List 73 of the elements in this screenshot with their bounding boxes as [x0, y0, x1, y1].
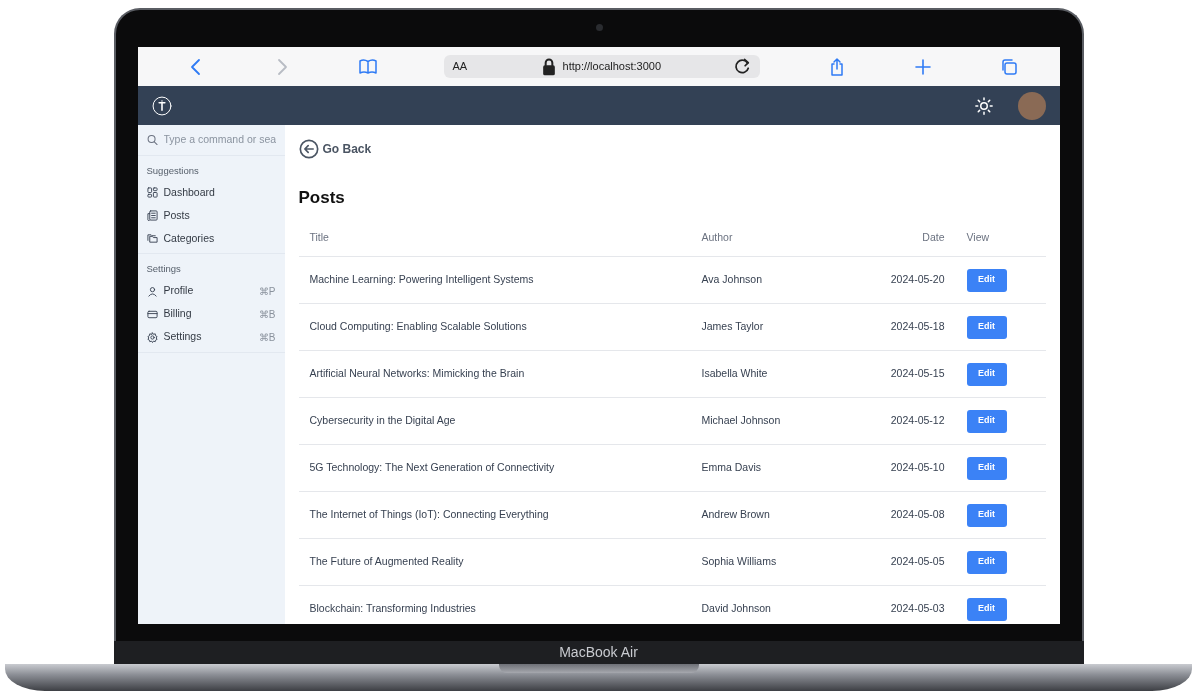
tabs-icon[interactable]: [999, 56, 1020, 77]
shortcut-hint: ⌘B: [258, 307, 276, 322]
menu-item-label[interactable]: Categories: [163, 230, 215, 247]
url-text: http://localhost:3000: [562, 59, 662, 75]
section-heading: Settings: [145, 262, 182, 277]
section-heading: Suggestions: [145, 164, 200, 178]
edit-button[interactable]: Edit: [966, 503, 1007, 527]
go-back-link[interactable]: Go Back: [298, 139, 372, 159]
title-cell: Artificial Neural Networks: Mimicking the Brain: [298, 350, 691, 398]
menu-item[interactable]: Posts: [137, 204, 285, 228]
menu-item-label[interactable]: Dashboard: [163, 184, 215, 201]
column-header: Author: [690, 220, 842, 257]
author-cell: David Johnson: [690, 585, 842, 624]
command-search-field[interactable]: Type a command or sea: [163, 132, 276, 148]
title-cell: The Internet of Things (IoT): Connecting Everything: [298, 491, 691, 539]
device-label: MacBook Air: [559, 643, 638, 662]
date-cell: 2024-05-03: [841, 585, 956, 624]
title-cell: Blockchain: Transforming Industries: [298, 585, 691, 624]
credit-card-icon: [146, 308, 158, 320]
menu-item-label[interactable]: Billing: [163, 306, 192, 322]
book-icon[interactable]: [358, 56, 379, 77]
column-header: View: [955, 220, 1046, 257]
date-cell: 2024-05-18: [841, 303, 956, 351]
address-bar[interactable]: AA http://localhost:3000: [444, 55, 761, 78]
date-cell: 2024-05-15: [841, 350, 956, 398]
shortcut-hint: ⌘P: [258, 284, 276, 299]
edit-button[interactable]: Edit: [966, 456, 1007, 480]
camera-icon: [595, 24, 603, 31]
menu-item-label[interactable]: Posts: [163, 207, 190, 224]
edit-button[interactable]: Edit: [966, 362, 1007, 386]
menu-item[interactable]: Dashboard: [137, 181, 285, 205]
author-cell: Ava Johnson: [690, 256, 842, 304]
newspaper-icon: [146, 210, 158, 222]
grid-icon: [146, 187, 158, 199]
author-cell: James Taylor: [690, 303, 842, 351]
edit-button[interactable]: Edit: [966, 597, 1007, 621]
gear-icon: [146, 331, 158, 343]
edit-button[interactable]: Edit: [966, 550, 1007, 574]
date-cell: 2024-05-10: [841, 444, 956, 492]
menu-item[interactable]: Profile ⌘P: [137, 279, 285, 303]
date-cell: 2024-05-08: [841, 491, 956, 539]
author-cell: Isabella White: [690, 350, 842, 398]
title-cell: Cloud Computing: Enabling Scalable Solutions: [298, 303, 691, 351]
avatar[interactable]: [1017, 91, 1046, 120]
menu-item[interactable]: Settings ⌘B: [137, 325, 285, 349]
date-cell: 2024-05-12: [841, 397, 956, 445]
person-icon: [146, 285, 158, 297]
menu-item-label[interactable]: Settings: [163, 329, 202, 345]
author-cell: Emma Davis: [690, 444, 842, 492]
menu-item[interactable]: Billing ⌘B: [137, 302, 285, 326]
author-cell: Andrew Brown: [690, 491, 842, 539]
author-cell: Sophia Williams: [690, 538, 842, 586]
logo-icon[interactable]: [151, 95, 172, 116]
date-cell: 2024-05-20: [841, 256, 956, 304]
title-cell: Machine Learning: Powering Intelligent Systems: [298, 256, 691, 304]
date-cell: 2024-05-05: [841, 538, 956, 586]
title-cell: The Future of Augmented Reality: [298, 538, 691, 586]
author-cell: Michael Johnson: [690, 397, 842, 445]
title-cell: 5G Technology: The Next Generation of Connectivity: [298, 444, 691, 492]
sun-icon[interactable]: [973, 95, 994, 116]
edit-button[interactable]: Edit: [966, 409, 1007, 433]
shortcut-hint: ⌘B: [258, 330, 276, 345]
column-header: Title: [298, 220, 691, 257]
plus-icon[interactable]: [913, 56, 934, 77]
reader-button[interactable]: AA: [452, 58, 468, 75]
folder-icon: [146, 233, 158, 245]
edit-button[interactable]: Edit: [966, 315, 1007, 339]
menu-item[interactable]: Categories: [137, 227, 285, 251]
edit-button[interactable]: Edit: [966, 268, 1007, 292]
title-cell: Cybersecurity in the Digital Age: [298, 397, 691, 445]
column-header: Date: [841, 220, 956, 257]
menu-item-label[interactable]: Profile: [163, 283, 194, 299]
page-title: Posts: [298, 187, 346, 209]
